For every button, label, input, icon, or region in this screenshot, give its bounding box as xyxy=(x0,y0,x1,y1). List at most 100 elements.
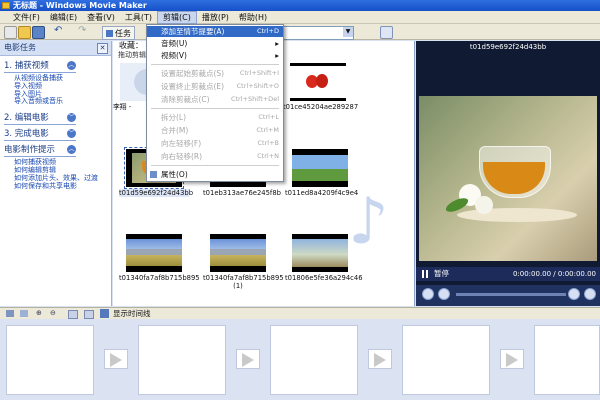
clip-item[interactable]: t01340fa7af8b715b895 xyxy=(119,234,200,282)
section-tips[interactable]: 电影制作提示 ︿ xyxy=(0,144,111,158)
menu-separator xyxy=(151,108,279,109)
tasks-button[interactable]: 任务 xyxy=(102,26,135,40)
tasks-header-label: 电影任务 xyxy=(4,43,36,52)
menu-item-video[interactable]: 视频(V) ▸ xyxy=(147,50,283,61)
next-frame-button[interactable] xyxy=(584,288,596,300)
movie-tasks-pane: 电影任务 ✕ 1. 捕获视频 ︿ 从视频设备捕获 导入视频 导入图片 导入音频或… xyxy=(0,41,112,306)
zoom-out-icon[interactable]: ⊖ xyxy=(50,309,56,317)
properties-icon xyxy=(150,171,157,178)
transition-arrow-icon xyxy=(242,353,254,367)
section-capture[interactable]: 1. 捕获视频 ︿ xyxy=(0,60,111,73)
menu-item-label: 属性(O) xyxy=(161,170,188,179)
storyboard-slot[interactable] xyxy=(6,325,94,395)
menu-clip[interactable]: 剪辑(C) xyxy=(157,10,197,24)
menu-item-label: 向右轻移(R) xyxy=(161,152,203,161)
storyboard-slot[interactable] xyxy=(270,325,358,395)
menu-item-split[interactable]: 拆分(L) Ctrl+L xyxy=(147,112,283,123)
previous-frame-button[interactable] xyxy=(568,288,580,300)
clip-item[interactable]: t01806e5fe36a294c46 xyxy=(285,234,363,282)
submenu-arrow-icon: ▸ xyxy=(275,39,279,48)
storyboard-slot[interactable] xyxy=(138,325,226,395)
section-finish-label: 3. 完成电影 xyxy=(4,129,49,140)
transition-slot[interactable] xyxy=(368,349,392,369)
clip-label: t01eb313ae76e245f8b xyxy=(203,189,281,197)
open-project-icon[interactable] xyxy=(18,26,31,39)
seek-bar[interactable] xyxy=(456,293,566,296)
menu-item-label: 拆分(L) xyxy=(161,113,187,122)
view-options-icon[interactable] xyxy=(380,26,393,39)
menu-item-combine[interactable]: 合并(M) Ctrl+M xyxy=(147,125,283,136)
app-icon xyxy=(2,2,10,9)
link-how-save-share[interactable]: 如何保存和共享电影 xyxy=(0,182,111,191)
storyboard-slot[interactable] xyxy=(534,325,600,395)
playback-controls xyxy=(416,285,600,306)
clip-item[interactable]: t01340fa7af8b715b895 (1) xyxy=(203,234,284,290)
menu-item-nudge-right[interactable]: 向右轻移(R) Ctrl+N xyxy=(147,151,283,162)
menu-item-set-start-trim[interactable]: 设置起始剪裁点(S) Ctrl+Shift+I xyxy=(147,68,283,79)
chevron-up-icon[interactable]: ︿ xyxy=(67,145,76,155)
storyboard-slot[interactable] xyxy=(402,325,490,395)
menu-item-set-end-trim[interactable]: 设置终止剪裁点(E) Ctrl+Shift+O xyxy=(147,81,283,92)
chevron-down-icon[interactable]: ﹀ xyxy=(67,113,76,123)
new-project-icon[interactable] xyxy=(4,26,17,39)
link-import-audio[interactable]: 导入音频或音乐 xyxy=(0,98,111,106)
clip-thumbnail xyxy=(210,234,266,272)
title-bar: 无标题 - Windows Movie Maker xyxy=(0,0,600,11)
preview-monitor: t01d59e692f24d43bb 暂停 0:00:00.00 / 0:00:… xyxy=(416,41,600,306)
menu-item-label: 视频(V) xyxy=(161,51,187,60)
transition-slot[interactable] xyxy=(236,349,260,369)
play-button[interactable] xyxy=(422,288,434,300)
redo-icon[interactable]: ↷ xyxy=(78,25,86,36)
chevron-down-icon: ▼ xyxy=(343,27,353,37)
transition-slot[interactable] xyxy=(500,349,524,369)
menu-view[interactable]: 查看(V) xyxy=(82,11,120,24)
timeline-toggle-icon[interactable] xyxy=(100,309,109,318)
transition-slot[interactable] xyxy=(104,349,128,369)
save-project-icon[interactable] xyxy=(32,26,45,39)
menu-item-shortcut: Ctrl+M xyxy=(256,126,279,134)
play-storyboard-icon[interactable] xyxy=(84,310,94,319)
narrate-icon[interactable] xyxy=(20,310,28,317)
menu-item-shortcut: Ctrl+D xyxy=(256,27,279,35)
menu-item-audio[interactable]: 音频(U) ▸ xyxy=(147,38,283,49)
menu-item-properties[interactable]: 属性(O) xyxy=(147,169,283,180)
monitor-title: t01d59e692f24d43bb xyxy=(469,43,547,51)
menu-item-label: 添加至情节提要(A) xyxy=(161,27,225,36)
menu-item-label: 音频(U) xyxy=(161,39,188,48)
pause-icon xyxy=(422,270,428,278)
section-edit[interactable]: 2. 编辑电影 ﹀ xyxy=(0,112,111,126)
menu-item-label: 合并(M) xyxy=(161,126,189,135)
menu-separator xyxy=(151,64,279,65)
menu-help[interactable]: 帮助(H) xyxy=(234,11,272,24)
preview-screen xyxy=(419,96,597,261)
section-finish[interactable]: 3. 完成电影 ﹀ xyxy=(0,128,111,142)
menu-play[interactable]: 播放(P) xyxy=(197,11,234,24)
clip-item[interactable]: t01ce45204ae289287 xyxy=(283,63,358,111)
menu-item-clear-trim[interactable]: 清除剪裁点(C) Ctrl+Shift+Del xyxy=(147,94,283,105)
clip-item[interactable]: t011ed8a4209f4c9e4 xyxy=(285,149,358,197)
menu-item-shortcut: Ctrl+L xyxy=(258,113,279,121)
chevron-down-icon[interactable]: ﹀ xyxy=(67,129,76,139)
menu-item-add-to-storyboard[interactable]: 添加至情节提要(A) Ctrl+D xyxy=(147,26,283,37)
menu-file[interactable]: 文件(F) xyxy=(8,11,45,24)
menu-edit[interactable]: 编辑(E) xyxy=(45,11,82,24)
set-audio-levels-icon[interactable] xyxy=(6,310,14,317)
section-edit-label: 2. 编辑电影 xyxy=(4,113,49,124)
storyboard-toolbar: ⊕ ⊖ 显示时间线 xyxy=(0,307,600,319)
collection-subtitle: 拖动剪辑 xyxy=(118,51,146,59)
toolbar: ↶ ↷ 任务 ▼ xyxy=(0,24,600,40)
close-icon[interactable]: ✕ xyxy=(97,43,108,54)
divider xyxy=(4,156,76,158)
menu-separator xyxy=(151,165,279,166)
undo-icon[interactable]: ↶ xyxy=(54,25,62,36)
zoom-in-icon[interactable]: ⊕ xyxy=(36,309,42,317)
menu-item-nudge-left[interactable]: 向左轻移(F) Ctrl+B xyxy=(147,138,283,149)
menu-tools[interactable]: 工具(T) xyxy=(120,11,157,24)
playback-time: 0:00:00.00 / 0:00:00.00 xyxy=(512,270,596,278)
collection-dropdown[interactable]: ▼ xyxy=(280,26,354,40)
clip-thumbnail xyxy=(292,149,348,187)
rewind-icon[interactable] xyxy=(68,310,78,319)
chevron-up-icon[interactable]: ︿ xyxy=(67,61,76,70)
tasks-label: 任务 xyxy=(115,28,131,38)
stop-button[interactable] xyxy=(438,288,450,300)
